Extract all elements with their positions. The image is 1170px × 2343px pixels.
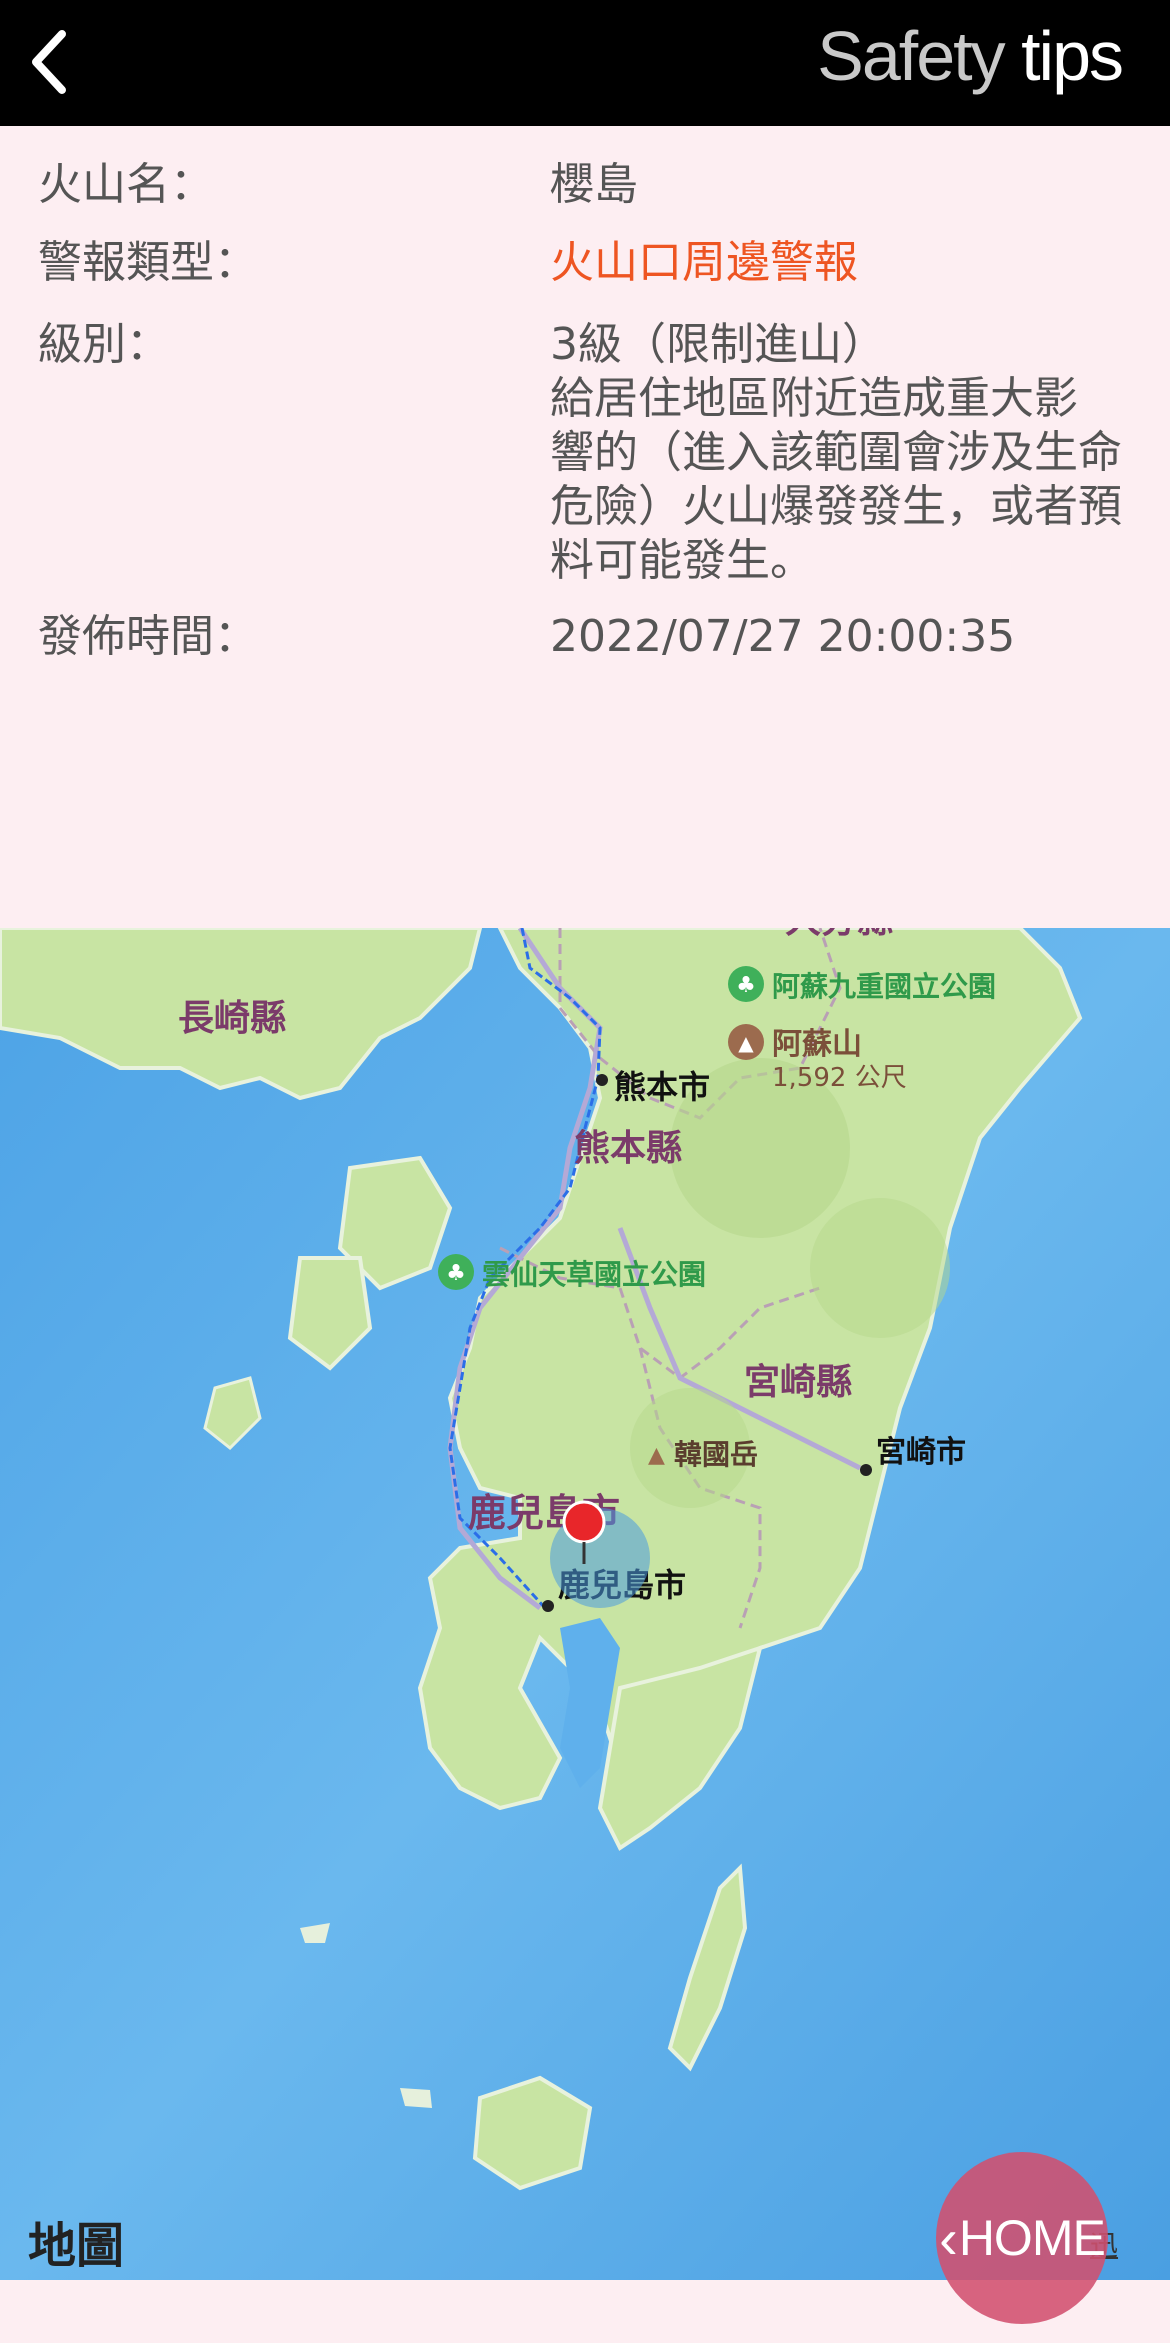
apple-maps-logo: 地圖: [28, 2206, 124, 2276]
home-label: HOME: [958, 2210, 1106, 2266]
map-label-aso-park: 阿蘇九重國立公園: [772, 970, 996, 1003]
level-label: 級別：: [38, 319, 170, 370]
chevron-left-icon: [32, 30, 66, 94]
alert-type-value: 火山口周邊警報: [550, 237, 858, 288]
volcano-label: 火山名：: [38, 159, 214, 210]
level-desc-line: 給居住地區附近造成重大影: [550, 373, 1078, 424]
map-label-kumamoto-pref: 熊本縣: [574, 1128, 682, 1169]
peak-icon: ▲: [648, 1443, 665, 1468]
city-dot: [596, 1074, 608, 1086]
alert-info-panel: 火山名： 櫻島 警報類型： 火山口周邊警報 級別： 3級（限制進山） 給居住地區…: [0, 126, 1170, 928]
map-view[interactable]: 大分縣 ♣ 阿蘇九重國立公園 ▲ 阿蘇山 1,592 公尺 長崎縣 熊本市 熊本…: [0, 928, 1170, 2280]
small-island: [400, 2088, 432, 2108]
alert-type-label: 警報類型：: [38, 237, 258, 288]
city-dot: [542, 1600, 554, 1612]
top-bar: Safety tips: [0, 0, 1170, 126]
map-label-oita: 大分縣: [785, 928, 893, 941]
back-button[interactable]: [14, 22, 94, 102]
app-logo: Safety tips: [817, 16, 1124, 96]
pin-icon: [562, 1500, 606, 1544]
miyazaki-city-marker[interactable]: 宮崎市: [860, 1435, 966, 1476]
mountain-icon-glyph: ▲: [738, 1031, 754, 1055]
maps-attribution: 地圖: [28, 2218, 125, 2274]
level-value-block: 3級（限制進山） 給居住地區附近造成重大影 響的（進入該範圍會涉及生命 危險）火…: [550, 318, 1140, 588]
map-label-karakuni: 韓國岳: [674, 1438, 758, 1471]
karakuni-marker[interactable]: ▲ 韓國岳: [648, 1438, 758, 1471]
map-label-nagasaki: 長崎縣: [178, 998, 286, 1039]
map-label-aso-mountain: 阿蘇山: [772, 1027, 862, 1062]
issued-label: 發佈時間：: [38, 611, 258, 662]
map-label-aso-elevation: 1,592 公尺: [772, 1063, 907, 1093]
map-label-unzen-park: 雲仙天草國立公園: [482, 1258, 706, 1291]
city-dot: [860, 1464, 872, 1476]
level-desc-line: 響的（進入該範圍會涉及生命: [550, 427, 1122, 478]
level-desc-line: 危險）火山爆發發生，或者預: [550, 481, 1122, 532]
tree-icon: ♣: [736, 973, 756, 998]
terrain-shade: [810, 1198, 950, 1338]
map-canvas: 大分縣 ♣ 阿蘇九重國立公園 ▲ 阿蘇山 1,592 公尺 長崎縣 熊本市 熊本…: [0, 928, 1170, 2280]
volcano-value: 櫻島: [550, 159, 638, 210]
level-desc-line: 料可能發生。: [550, 535, 814, 586]
issued-value: 2022/07/27 20:00:35: [550, 611, 1016, 662]
tree-icon: ♣: [446, 1261, 466, 1286]
chevron-left-icon: ‹: [939, 2206, 958, 2270]
map-label-kumamoto-city: 熊本市: [614, 1068, 710, 1106]
level-value: 3級（限制進山）: [550, 319, 886, 370]
map-label-miyazaki-pref: 宮崎縣: [744, 1362, 852, 1403]
home-button[interactable]: ‹ HOME: [936, 2152, 1108, 2324]
map-label-miyazaki-city: 宮崎市: [876, 1435, 966, 1470]
brand-light: Safety: [817, 17, 1005, 95]
kumamoto-city-marker[interactable]: 熊本市: [596, 1068, 710, 1106]
brand-bold: tips: [1021, 17, 1124, 95]
